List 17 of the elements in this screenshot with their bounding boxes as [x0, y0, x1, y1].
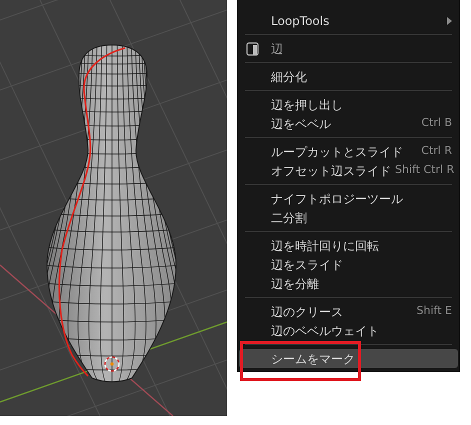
menu-item[interactable]: オフセット辺スライド Shift Ctrl R	[241, 161, 456, 180]
menu-item[interactable]: 辺のクリース Shift E	[241, 302, 456, 321]
menu-item[interactable]: 細分化	[241, 67, 456, 86]
menu-item[interactable]: ループカットとスライド Ctrl R	[241, 142, 456, 161]
menu-item[interactable]: 辺を押し出し	[241, 95, 456, 114]
menu-item[interactable]: 辺を分離	[241, 274, 456, 293]
menu-item[interactable]: LoopTools	[241, 11, 456, 30]
menu-item[interactable]: ナイフトポロジーツール	[241, 189, 456, 208]
menu-item[interactable]: 辺をスライド	[241, 255, 456, 274]
menu-item[interactable]: シームをマーク	[239, 349, 458, 368]
menu-header: 辺	[271, 40, 283, 58]
edge-select-icon	[246, 42, 259, 56]
submenu-arrow-icon	[447, 16, 452, 24]
menu-item[interactable]: 辺のベベルウェイト	[241, 321, 456, 340]
menu-item[interactable]: 二分割	[241, 208, 456, 227]
menu-item[interactable]: 辺を時計回りに回転	[241, 236, 456, 255]
menu-item[interactable]: 辺をベベル Ctrl B	[241, 114, 456, 133]
